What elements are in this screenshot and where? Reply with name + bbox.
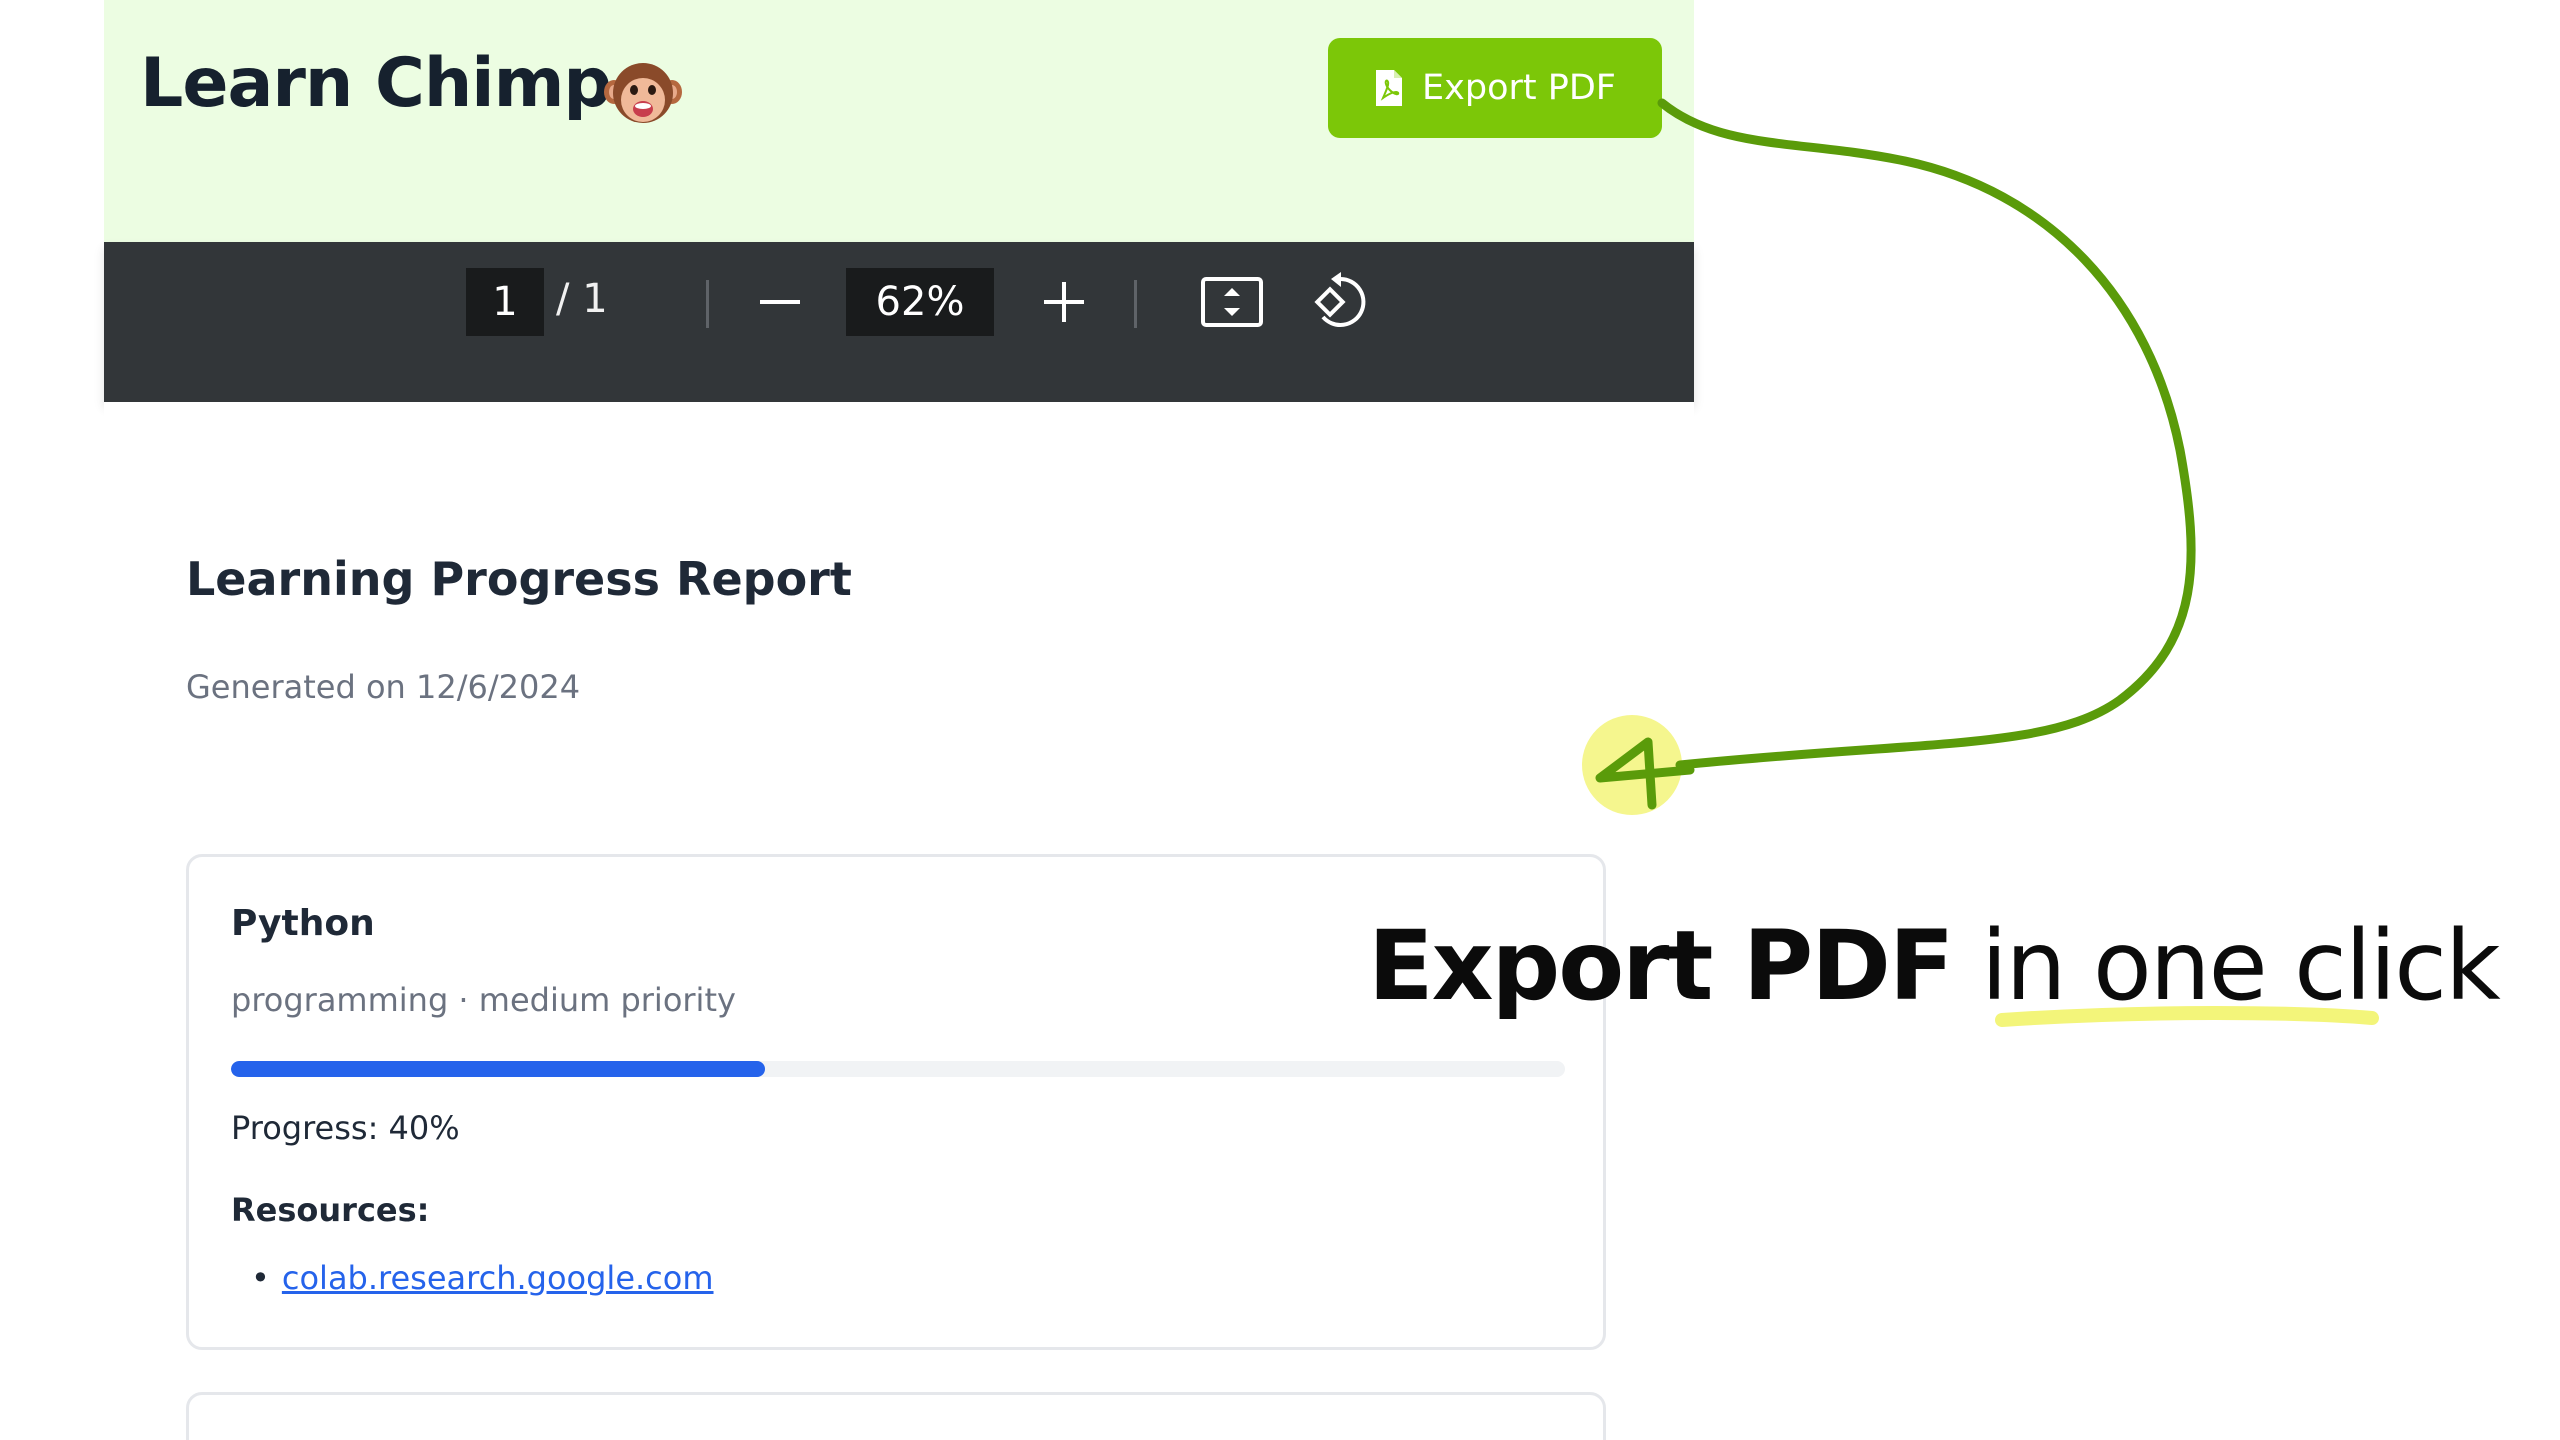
bullet: • bbox=[251, 1259, 270, 1297]
minus-icon bbox=[760, 300, 800, 304]
resource-list-item: • colab.research.google.com bbox=[251, 1259, 714, 1297]
resource-link[interactable]: colab.research.google.com bbox=[282, 1259, 714, 1297]
app-window: Learn Chimp Export PDF 1 / 1 62% Learnin… bbox=[104, 0, 1694, 1440]
progress-bar bbox=[231, 1061, 1565, 1077]
plus-icon bbox=[1044, 282, 1084, 322]
learning-item-title: Python bbox=[231, 903, 375, 944]
progress-bar-fill bbox=[231, 1061, 765, 1077]
rotate-button[interactable] bbox=[1306, 266, 1378, 338]
callout-bold: Export PDF bbox=[1368, 910, 1954, 1022]
toolbar-divider bbox=[1134, 280, 1137, 328]
zoom-level-input[interactable] bbox=[846, 268, 994, 336]
curved-arrow-line bbox=[1657, 98, 2196, 770]
monkey-icon bbox=[604, 63, 682, 123]
resources-label: Resources: bbox=[231, 1191, 430, 1229]
zoom-in-button[interactable] bbox=[1028, 266, 1100, 338]
page-number-input[interactable] bbox=[466, 268, 544, 336]
pdf-viewer-toolbar: / 1 bbox=[104, 242, 1694, 402]
progress-text: Progress: 40% bbox=[231, 1109, 460, 1147]
report-generated-date: Generated on 12/6/2024 bbox=[186, 668, 581, 706]
learning-item-card-next bbox=[186, 1392, 1606, 1440]
export-pdf-button[interactable]: Export PDF bbox=[1328, 38, 1662, 138]
callout-prefix: in bbox=[1980, 910, 2067, 1022]
fit-to-page-button[interactable] bbox=[1196, 266, 1268, 338]
rotate-icon bbox=[1314, 272, 1366, 327]
screenshot-stage: Learn Chimp Export PDF 1 / 1 62% Learnin… bbox=[0, 0, 2560, 1440]
fit-page-icon bbox=[1201, 277, 1263, 327]
app-header: Learn Chimp Export PDF bbox=[104, 0, 1694, 242]
pdf-file-icon bbox=[1376, 70, 1403, 106]
callout-text: Export PDF in one click bbox=[1368, 910, 2501, 1022]
report-title: Learning Progress Report bbox=[186, 552, 852, 606]
zoom-out-button[interactable] bbox=[744, 266, 816, 338]
toolbar-divider bbox=[706, 280, 709, 328]
export-pdf-label: Export PDF bbox=[1422, 68, 1616, 108]
page-total: / 1 bbox=[556, 276, 608, 322]
learning-item-meta: programming · medium priority bbox=[231, 981, 736, 1019]
callout-underlined: one click bbox=[2093, 910, 2501, 1022]
app-title: Learn Chimp bbox=[140, 44, 612, 123]
